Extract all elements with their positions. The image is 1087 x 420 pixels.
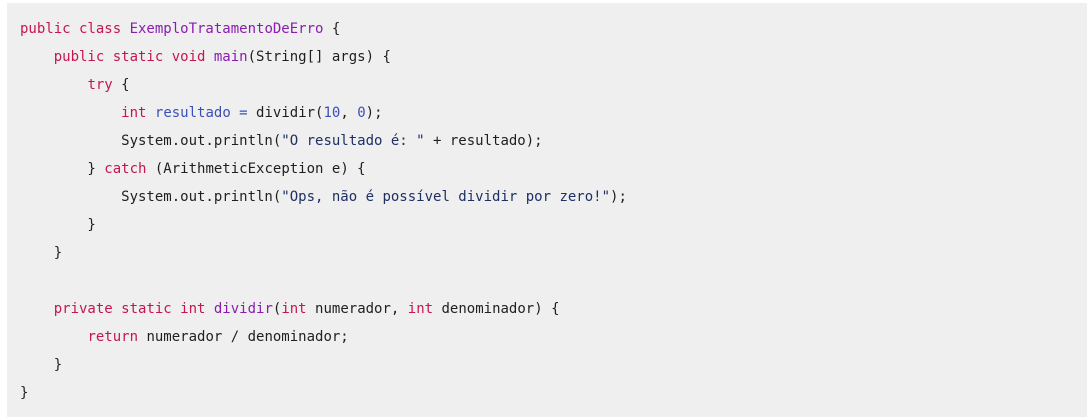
code-token: );: [365, 105, 383, 121]
code-token: "O resultado é: ": [281, 133, 425, 149]
code-token: resultado: [154, 105, 231, 121]
code-line: }: [20, 215, 627, 243]
code-line: try {: [20, 75, 627, 103]
code-token: }: [20, 245, 63, 261]
code-lines: public class ExemploTratamentoDeErro { p…: [20, 19, 627, 411]
code-token: System.out.println(: [20, 189, 282, 205]
code-line: System.out.println("Ops, não é possível …: [20, 187, 627, 215]
code-line: } catch (ArithmeticException e) {: [20, 159, 627, 187]
code-token: numerador,: [306, 301, 408, 317]
code-line: private static int dividir(int numerador…: [20, 299, 627, 327]
code-token: "Ops, não é possível dividir por zero!": [281, 189, 611, 205]
code-token: {: [323, 21, 341, 37]
code-token: System.out.println(: [20, 133, 282, 149]
code-line: System.out.println("O resultado é: " + r…: [20, 131, 627, 159]
code-token: denominador) {: [433, 301, 560, 317]
code-line: public class ExemploTratamentoDeErro {: [20, 19, 627, 47]
code-token: (ArithmeticException e) {: [146, 161, 366, 177]
code-token: 10: [323, 105, 341, 121]
code-line: return numerador / denominador;: [20, 327, 627, 355]
code-token: }: [20, 385, 29, 401]
code-token: }: [20, 161, 105, 177]
code-token: }: [20, 357, 63, 373]
code-line: }: [20, 383, 627, 411]
code-token: =: [230, 105, 257, 121]
code-token: ExemploTratamentoDeErro: [129, 21, 324, 37]
code-token: dividir(: [256, 105, 324, 121]
code-token: + resultado);: [424, 133, 543, 149]
code-token: (String[] args) {: [247, 49, 391, 65]
code-token: 0: [357, 105, 366, 121]
code-line: }: [20, 243, 627, 271]
code-token: int: [281, 301, 307, 317]
code-token: return: [87, 329, 139, 345]
code-block[interactable]: public class ExemploTratamentoDeErro { p…: [7, 3, 1087, 417]
code-token: ,: [340, 105, 358, 121]
code-line: int resultado = dividir(10, 0);: [20, 103, 627, 131]
code-token: private static int: [53, 301, 214, 317]
code-line: }: [20, 355, 627, 383]
code-token: public static void: [20, 49, 214, 65]
code-token: int: [407, 301, 434, 317]
code-token: }: [20, 217, 96, 233]
code-token: catch: [104, 161, 147, 177]
code-line: public static void main(String[] args) {: [20, 47, 627, 75]
code-token: {: [112, 77, 130, 93]
code-token: );: [610, 189, 627, 205]
code-token: numerador / denominador;: [138, 329, 349, 345]
code-token: public class: [20, 21, 130, 37]
code-token: main: [213, 49, 248, 65]
code-token: try: [87, 77, 113, 93]
code-token: int: [121, 105, 147, 121]
code-token: dividir: [213, 301, 273, 317]
